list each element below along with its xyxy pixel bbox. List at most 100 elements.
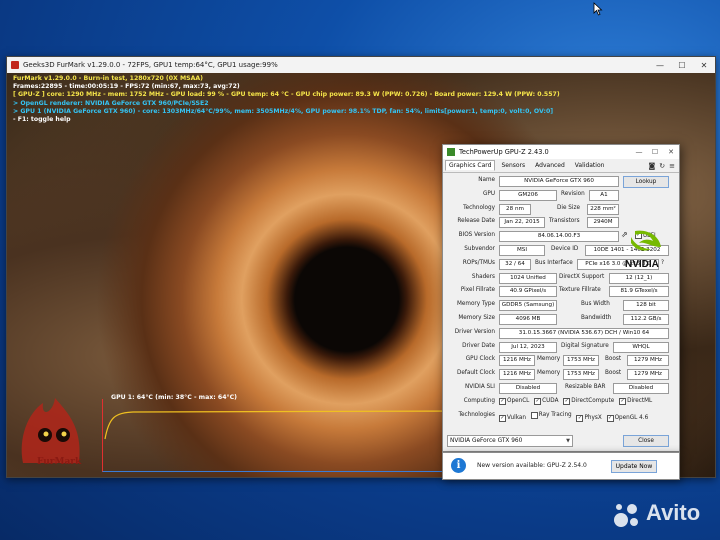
device-id-label: Device ID: [551, 245, 579, 252]
update-notification: i New version available: GPU-Z 2.54.0 Up…: [442, 452, 680, 480]
opengl-checkbox: ✓: [606, 414, 614, 422]
gpu-label: GPU: [483, 190, 495, 197]
bus-width-field: 128 bit: [623, 300, 669, 312]
maximize-icon[interactable]: ☐: [647, 148, 663, 156]
rops-label: ROPs/TMUs: [462, 259, 495, 266]
overlay-title: FurMark v1.29.0.0 - Burn-in test, 1280x7…: [13, 75, 203, 82]
gpuz-titlebar[interactable]: TechPowerUp GPU-Z 2.43.0 — ☐ ✕: [443, 145, 679, 159]
bandwidth-label: Bandwidth: [581, 314, 612, 321]
bus-interface-label: Bus Interface: [535, 259, 573, 266]
shaders-field: 1024 Unified: [499, 272, 557, 284]
default-clock-label: Default Clock: [456, 370, 495, 377]
memory-size-field: 4096 MB: [499, 313, 557, 325]
default-boost-field: 1279 MHz: [627, 369, 669, 381]
opengl-label: OpenGL 4.6: [614, 415, 649, 422]
boost-label: Boost: [605, 356, 622, 363]
opencl-checkbox: ✓: [499, 397, 506, 405]
bios-version-label: BIOS Version: [458, 232, 495, 239]
subvendor-field: MSI: [499, 244, 545, 256]
release-date-label: Release Date: [457, 218, 495, 225]
directcompute-label: DirectCompute: [571, 398, 615, 405]
gpu-field: GM206: [499, 189, 557, 201]
driver-date-field: Jul 12, 2023: [499, 341, 557, 353]
default-memory-label: Memory: [537, 370, 561, 377]
info-icon: i: [451, 458, 466, 473]
gpu-clock-field: 1216 MHz: [499, 355, 535, 367]
minimize-icon[interactable]: —: [631, 148, 647, 156]
furmark-overlay: FurMark v1.29.0.0 - Burn-in test, 1280x7…: [13, 75, 560, 124]
tab-graphics-card[interactable]: Graphics Card: [445, 160, 496, 171]
furmark-app-icon: [11, 61, 19, 69]
vulkan-checkbox: ✓: [499, 414, 506, 422]
furmark-titlebar[interactable]: Geeks3D FurMark v1.29.0.0 - 72FPS, GPU1 …: [7, 57, 715, 73]
gpuz-window-title: TechPowerUp GPU-Z 2.43.0: [459, 148, 549, 156]
revision-label: Revision: [561, 190, 585, 197]
bios-version-field: 84.06.14.00.F3: [499, 231, 619, 243]
avito-logo-icon: [614, 504, 638, 527]
memory-type-label: Memory Type: [457, 301, 495, 308]
transistors-field: 2940M: [587, 217, 619, 229]
nvidia-logo-text: NVIDIA: [625, 259, 659, 270]
bandwidth-field: 112.2 GB/s: [623, 313, 669, 325]
texture-fillrate-label: Texture Fillrate: [559, 287, 601, 294]
transistors-label: Transistors: [549, 218, 580, 225]
release-date-field: Jan 22, 2015: [499, 217, 545, 229]
computing-label: Computing: [463, 397, 495, 404]
overlay-renderer: > OpenGL renderer: NVIDIA GeForce GTX 96…: [13, 99, 209, 107]
sli-field: Disabled: [499, 382, 557, 394]
driver-version-field: 31.0.15.3667 (NVIDIA 536.67) DCH / Win10…: [499, 327, 669, 339]
default-memory-field: 1753 MHz: [563, 369, 599, 381]
technologies-list: ✓ Vulkan Ray Tracing ✓ PhysX ✓ OpenGL 4.6: [499, 411, 651, 422]
digital-signature-label: Digital Signature: [561, 342, 609, 349]
gpuz-app-icon: [447, 148, 455, 156]
update-now-button[interactable]: Update Now: [611, 460, 657, 473]
technologies-label: Technologies: [458, 411, 495, 418]
opencl-label: OpenCL: [507, 398, 530, 405]
refresh-icon[interactable]: ↻: [659, 162, 665, 170]
close-icon[interactable]: ✕: [693, 61, 715, 70]
default-clock-field: 1216 MHz: [499, 369, 535, 381]
minimize-icon[interactable]: —: [649, 61, 671, 70]
boost-field: 1279 MHz: [627, 355, 669, 367]
subvendor-label: Subvendor: [464, 245, 495, 252]
lookup-button[interactable]: Lookup: [623, 176, 669, 188]
bus-width-label: Bus Width: [581, 301, 610, 308]
tab-validation[interactable]: Validation: [571, 160, 609, 171]
maximize-icon[interactable]: ☐: [671, 61, 693, 70]
gpuz-tabs: Graphics Card Sensors Advanced Validatio…: [443, 159, 679, 173]
tab-advanced[interactable]: Advanced: [531, 160, 569, 171]
avito-watermark: Avito: [612, 500, 716, 530]
close-button[interactable]: Close: [623, 435, 669, 447]
gpuz-window[interactable]: TechPowerUp GPU-Z 2.43.0 — ☐ ✕ Graphics …: [442, 144, 680, 452]
cuda-checkbox: ✓: [534, 397, 542, 405]
pixel-fillrate-field: 40.9 GPixel/s: [499, 286, 557, 298]
menu-icon[interactable]: ≡: [669, 162, 675, 170]
memory-size-label: Memory Size: [458, 314, 495, 321]
overlay-gpu1: > GPU 1 (NVIDIA GeForce GTX 960) - core:…: [13, 107, 554, 115]
pixel-fillrate-label: Pixel Fillrate: [460, 287, 495, 294]
avito-text: Avito: [646, 500, 701, 525]
ray-tracing-label: Ray Tracing: [538, 412, 572, 419]
driver-version-label: Driver Version: [454, 328, 495, 335]
name-field: NVIDIA GeForce GTX 960: [499, 176, 619, 187]
technology-label: Technology: [463, 204, 495, 211]
physx-label: PhysX: [584, 415, 602, 422]
rops-field: 32 / 64: [499, 258, 531, 270]
cuda-label: CUDA: [542, 398, 559, 405]
shaders-label: Shaders: [471, 273, 495, 280]
directcompute-checkbox: ✓: [563, 397, 571, 405]
physx-checkbox: ✓: [576, 414, 584, 422]
texture-fillrate-field: 81.9 GTexel/s: [609, 286, 669, 298]
tab-sensors[interactable]: Sensors: [497, 160, 529, 171]
gpu-select-dropdown[interactable]: NVIDIA GeForce GTX 960 ▼: [447, 435, 573, 447]
close-icon[interactable]: ✕: [663, 148, 679, 156]
furmark-logo-text: FurMark: [37, 457, 82, 467]
driver-date-label: Driver Date: [462, 342, 495, 349]
revision-field: A1: [589, 189, 619, 201]
camera-icon[interactable]: ◙: [648, 162, 655, 170]
computing-list: ✓ OpenCL ✓ CUDA ✓ DirectCompute ✓ DirectML: [499, 397, 655, 405]
default-boost-label: Boost: [605, 370, 622, 377]
directml-label: DirectML: [627, 398, 653, 405]
furmark-window-title: Geeks3D FurMark v1.29.0.0 - 72FPS, GPU1 …: [23, 61, 278, 69]
resizable-bar-label: Resizable BAR: [565, 383, 606, 390]
